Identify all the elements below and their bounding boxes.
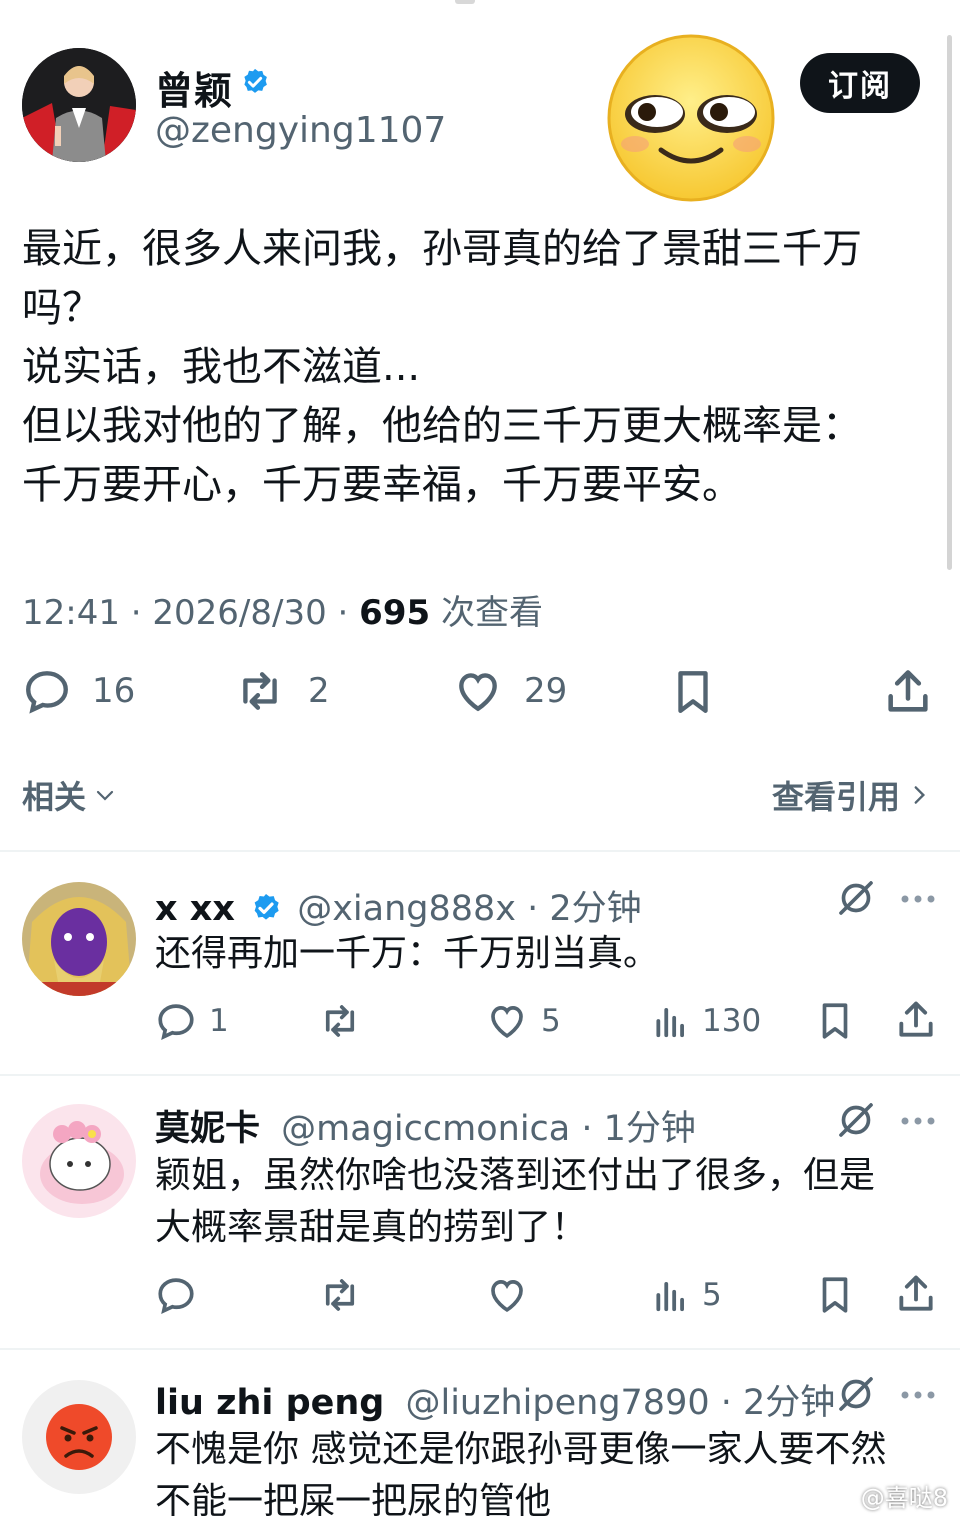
- bookmark-button[interactable]: [668, 666, 718, 718]
- watermark-text: @喜哒8: [860, 1484, 948, 1512]
- reply-text: 颖姐，虽然你啥也没落到还付出了很多，但是 大概率景甜是真的捞到了！: [155, 1155, 876, 1248]
- reply-icon: [26, 671, 68, 714]
- views-count: 695: [359, 593, 431, 633]
- reply-share-button[interactable]: [894, 1272, 938, 1316]
- reply-repost-button[interactable]: [316, 1000, 364, 1042]
- reply-author-name[interactable]: liu zhi peng: [155, 1383, 384, 1423]
- reply-avatar[interactable]: [22, 882, 136, 996]
- watermark: @喜哒8: [827, 1478, 948, 1513]
- reply-count: 1: [209, 1003, 229, 1039]
- reply-reply-button[interactable]: [155, 1274, 197, 1316]
- chevron-down-icon: [96, 790, 114, 801]
- tweet-detail-page: 曾颖 @zengying1107 订阅 最近，很多人来问我，孙哥真的给了景甜三千…: [0, 0, 960, 1516]
- share-icon: [888, 670, 928, 712]
- reply-header: 莫妮卡 @magiccmonica · 1分钟: [155, 1100, 696, 1151]
- heart-icon: [459, 673, 497, 712]
- grok-icon[interactable]: [836, 878, 876, 918]
- repost-icon: [325, 1005, 355, 1037]
- chevron-right-icon: [914, 786, 926, 804]
- related-dropdown[interactable]: 相关: [22, 772, 120, 818]
- reply-avatar[interactable]: [22, 1104, 136, 1218]
- views-chart-icon: [656, 1008, 684, 1038]
- reply-author-name[interactable]: 莫妮卡: [155, 1109, 260, 1149]
- more-options-icon[interactable]: [900, 1390, 936, 1400]
- like-button[interactable]: 29: [452, 666, 567, 716]
- author-name-text[interactable]: 曾颖: [155, 69, 233, 113]
- reply-repost-button[interactable]: [316, 1274, 364, 1316]
- bookmark-icon: [822, 1003, 848, 1039]
- view-quotes-label: 查看引用: [771, 778, 900, 816]
- verified-badge-icon: [254, 894, 279, 920]
- heart-icon: [491, 1280, 523, 1313]
- bookmark-icon: [822, 1277, 848, 1313]
- verified-badge-icon: [244, 68, 267, 93]
- grok-icon[interactable]: [836, 1374, 876, 1414]
- reply-author-handle[interactable]: @magiccmonica · 1分钟: [281, 1109, 696, 1149]
- reply-count: 16: [92, 671, 136, 711]
- view-count: 5: [702, 1277, 722, 1313]
- share-icon: [899, 1275, 933, 1311]
- top-handle: [455, 0, 475, 4]
- reply-icon: [158, 1004, 194, 1040]
- reply-bookmark-button[interactable]: [814, 1274, 856, 1316]
- share-button[interactable]: [882, 666, 934, 718]
- weibo-logo-icon: [827, 1485, 855, 1508]
- views-chart-icon: [656, 1282, 684, 1312]
- reply-reply-button[interactable]: 1: [155, 1000, 229, 1042]
- view-quotes-link[interactable]: 查看引用: [772, 772, 932, 818]
- reply-header: liu zhi peng @liuzhipeng7890 · 2分钟: [155, 1374, 835, 1425]
- repost-icon: [325, 1279, 355, 1311]
- reply-bookmark-button[interactable]: [814, 1000, 856, 1042]
- reply-author-handle[interactable]: @liuzhipeng7890 · 2分钟: [405, 1383, 835, 1423]
- share-icon: [899, 1001, 933, 1037]
- author-avatar[interactable]: [22, 48, 136, 162]
- like-count: 5: [541, 1003, 561, 1039]
- view-count: 130: [702, 1003, 762, 1039]
- reply-like-button[interactable]: 5: [485, 1000, 561, 1042]
- tweet-text: 最近，很多人来问我，孙哥真的给了景甜三千万 吗？ 说实话，我也不滋道... 但以…: [22, 226, 862, 508]
- reply-icon: [158, 1278, 194, 1314]
- reply-like-button[interactable]: [485, 1274, 529, 1316]
- bookmark-icon: [678, 671, 708, 713]
- author-handle[interactable]: @zengying1107: [155, 110, 446, 151]
- subscribe-button[interactable]: 订阅: [800, 53, 920, 113]
- heart-icon: [491, 1006, 523, 1039]
- like-count: 29: [524, 671, 568, 711]
- reply-avatar[interactable]: [22, 1380, 136, 1494]
- related-label: 相关: [22, 778, 87, 816]
- views-label: 次查看: [430, 593, 543, 633]
- reply-views-button[interactable]: 5: [652, 1274, 722, 1316]
- reply-views-button[interactable]: 130: [652, 1000, 761, 1042]
- reply-share-button[interactable]: [894, 998, 938, 1042]
- scrollbar[interactable]: [947, 35, 952, 570]
- more-options-icon[interactable]: [900, 1116, 936, 1126]
- grok-icon[interactable]: [836, 1100, 876, 1140]
- tweet-meta: 12:41 · 2026/8/30 · 695 次查看: [22, 585, 543, 634]
- author-name[interactable]: 曾颖: [155, 60, 233, 115]
- reply-button[interactable]: 16: [22, 666, 135, 716]
- reply-text: 还得再加一千万：千万别当真。: [155, 933, 660, 974]
- smirk-emoji-sticker: [607, 34, 775, 202]
- more-options-icon[interactable]: [900, 894, 936, 904]
- reply-header: x xx @xiang888x · 2分钟: [155, 880, 642, 931]
- divider: [0, 1348, 960, 1350]
- repost-count: 2: [308, 671, 330, 711]
- reply-author-handle[interactable]: @xiang888x · 2分钟: [297, 889, 641, 929]
- repost-icon: [243, 672, 277, 710]
- repost-button[interactable]: 2: [232, 666, 330, 716]
- divider: [0, 1074, 960, 1076]
- reply-author-name[interactable]: x xx: [155, 889, 235, 929]
- tweet-timestamp[interactable]: 12:41 · 2026/8/30 ·: [22, 593, 359, 633]
- divider: [0, 850, 960, 852]
